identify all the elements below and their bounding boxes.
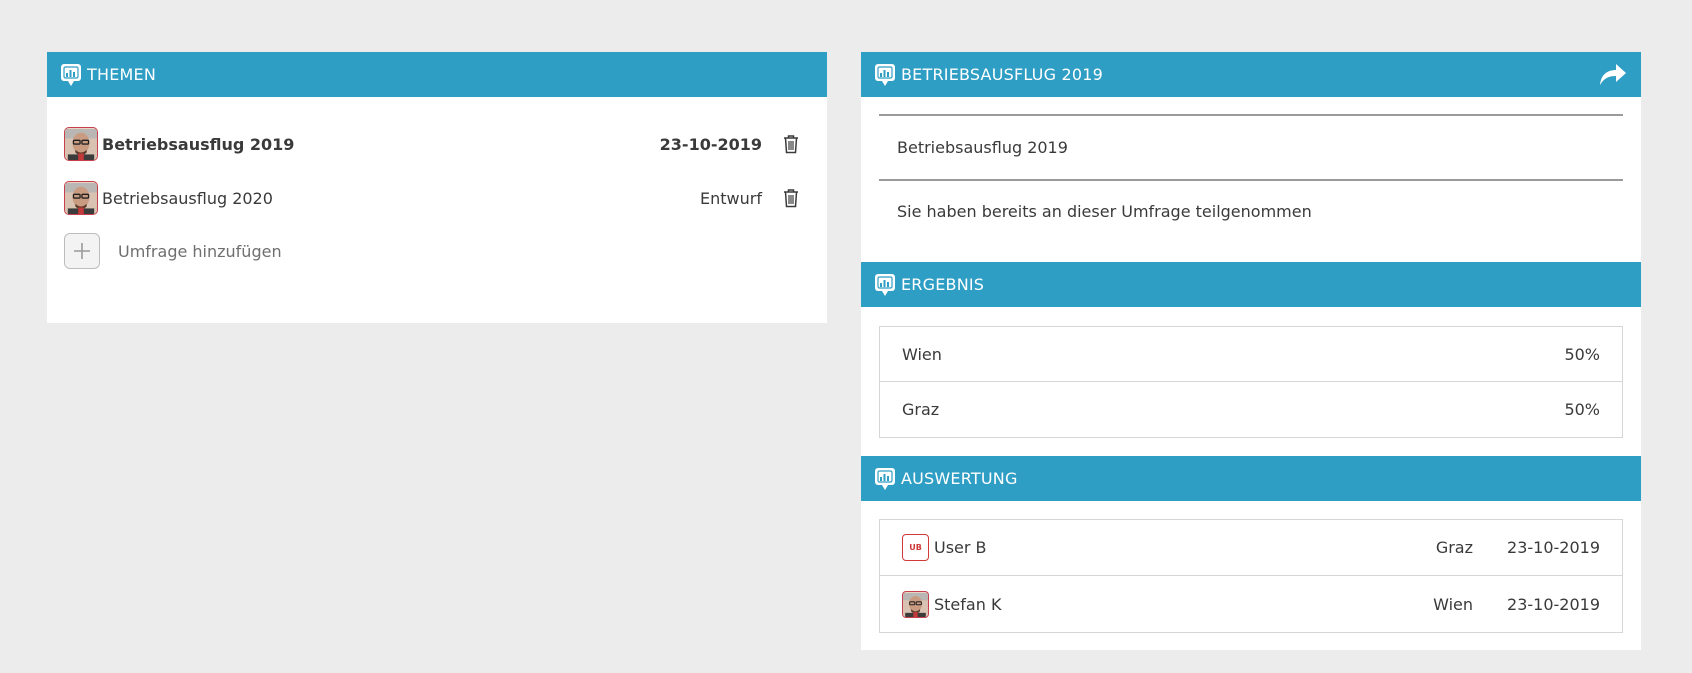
responses-table: UB User B Graz 23-10-2019 Stefan K Wien … bbox=[879, 519, 1623, 633]
add-survey-label[interactable]: Umfrage hinzufügen bbox=[118, 242, 282, 261]
trash-icon[interactable] bbox=[782, 134, 800, 154]
auswertung-header: AUSWERTUNG bbox=[861, 456, 1641, 501]
table-row: Graz 50% bbox=[880, 382, 1622, 437]
response-user: User B bbox=[934, 538, 987, 557]
survey-title: Betriebsausflug 2019 bbox=[897, 138, 1068, 157]
result-percentage: 50% bbox=[1564, 400, 1600, 419]
chat-chart-icon bbox=[60, 63, 82, 87]
avatar bbox=[902, 590, 929, 618]
response-choice: Wien bbox=[1433, 594, 1474, 614]
survey-status: Sie haben bereits an dieser Umfrage teil… bbox=[897, 202, 1312, 221]
result-percentage: 50% bbox=[1564, 344, 1600, 364]
avatar bbox=[64, 181, 98, 215]
response-choice: Graz bbox=[1435, 538, 1474, 557]
result-option: Graz bbox=[902, 400, 940, 419]
chat-chart-icon bbox=[874, 273, 896, 297]
auswertung-header-title: AUSWERTUNG bbox=[901, 469, 1018, 488]
add-survey-button[interactable]: Umfrage hinzufügen bbox=[64, 233, 282, 269]
results-table: Wien 50% Graz 50% bbox=[879, 326, 1623, 438]
response-date: 23-10-2019 bbox=[1507, 538, 1600, 557]
user-initials-badge: UB bbox=[902, 534, 929, 561]
topic-item[interactable]: Betriebsausflug 2019 23-10-2019 bbox=[64, 125, 805, 163]
table-row: Stefan K Wien 23-10-2019 bbox=[880, 576, 1622, 632]
ergebnis-header: ERGEBNIS bbox=[861, 262, 1641, 307]
divider bbox=[879, 114, 1623, 116]
result-option: Wien bbox=[902, 344, 942, 364]
response-date: 23-10-2019 bbox=[1507, 594, 1600, 614]
topic-date: 23-10-2019 bbox=[659, 134, 762, 154]
topic-status: Entwurf bbox=[700, 188, 762, 208]
detail-panel: BETRIEBSAUSFLUG 2019 Betriebsausflug 201… bbox=[861, 52, 1641, 650]
themen-header-title: THEMEN bbox=[87, 65, 156, 84]
share-arrow-icon[interactable] bbox=[1598, 61, 1628, 87]
detail-header-title: BETRIEBSAUSFLUG 2019 bbox=[901, 65, 1103, 84]
avatar bbox=[64, 127, 98, 161]
chat-chart-icon bbox=[874, 63, 896, 87]
topic-title[interactable]: Betriebsausflug 2019 bbox=[102, 135, 660, 154]
chat-chart-icon bbox=[874, 467, 896, 491]
table-row: UB User B Graz 23-10-2019 bbox=[880, 520, 1622, 576]
ergebnis-header-title: ERGEBNIS bbox=[901, 275, 985, 294]
trash-icon[interactable] bbox=[782, 188, 800, 208]
plus-icon[interactable] bbox=[64, 233, 100, 269]
topic-item[interactable]: Betriebsausflug 2020 Entwurf bbox=[64, 179, 805, 217]
table-row: Wien 50% bbox=[880, 327, 1622, 382]
response-user: Stefan K bbox=[934, 594, 1002, 614]
themen-header: THEMEN bbox=[47, 52, 827, 97]
detail-header: BETRIEBSAUSFLUG 2019 bbox=[861, 52, 1641, 97]
topic-title[interactable]: Betriebsausflug 2020 bbox=[102, 189, 700, 208]
divider bbox=[879, 179, 1623, 181]
themen-panel: THEMEN Betriebsausflug 2019 23-10-2019 B… bbox=[47, 52, 827, 323]
